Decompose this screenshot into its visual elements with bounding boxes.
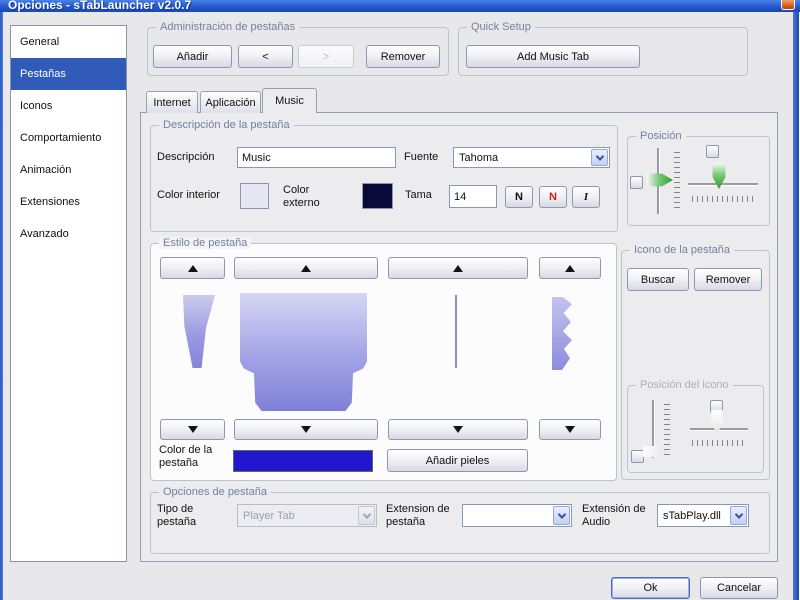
group-title: Posición del icono	[636, 379, 733, 391]
font-label: Fuente	[404, 151, 439, 163]
horizontal-slider-track[interactable]	[688, 183, 758, 185]
add-skins-button[interactable]: Añadir pieles	[387, 449, 528, 472]
arrow-down-icon	[565, 426, 575, 433]
bold-button[interactable]: N	[505, 186, 533, 208]
skin-down-button-4[interactable]	[539, 419, 601, 440]
sidebar-item-general[interactable]: General	[11, 26, 126, 58]
arrow-up-icon	[565, 264, 575, 272]
window-title: Opciones - sTabLauncher v2.0.7	[8, 0, 192, 12]
font-value: Tahoma	[459, 151, 499, 164]
tab-aplicacion[interactable]: Aplicación	[200, 91, 261, 113]
group-title: Administración de pestañas	[156, 21, 300, 33]
group-title: Opciones de pestaña	[159, 486, 271, 498]
icon-vertical-anchor-box	[631, 450, 644, 463]
position-vertical-anchor-box[interactable]	[630, 176, 643, 189]
move-tab-right-button: >	[298, 45, 354, 68]
horizontal-slider-ticks	[692, 196, 754, 202]
tab-type-value: Player Tab	[243, 509, 295, 522]
tab-type-label: Tipo de pestaña	[157, 503, 197, 528]
tab-extension-label: Extension de pestaña	[386, 503, 450, 528]
skin-down-button-1[interactable]	[160, 419, 225, 440]
arrow-down-icon	[187, 426, 198, 433]
tab-extension-combobox[interactable]	[462, 504, 572, 527]
add-tab-button[interactable]: Añadir	[153, 45, 232, 68]
size-label: Tama	[405, 189, 432, 201]
vertical-slider-ticks	[674, 152, 680, 210]
skin-up-button-3[interactable]	[388, 257, 528, 279]
ok-button[interactable]: Ok	[611, 577, 690, 599]
inner-color-label: Color interior	[157, 189, 220, 201]
move-tab-left-button[interactable]: <	[238, 45, 293, 68]
chevron-down-icon[interactable]	[553, 506, 570, 525]
sidebar-item-extensiones[interactable]: Extensiones	[11, 186, 126, 218]
description-input[interactable]	[237, 147, 396, 168]
icon-horizontal-slider-ticks	[692, 440, 746, 446]
skin-down-button-2[interactable]	[234, 419, 378, 440]
chevron-down-icon[interactable]	[730, 506, 747, 525]
group-title: Descripción de la pestaña	[159, 119, 294, 131]
outer-color-swatch[interactable]	[362, 183, 393, 209]
arrow-up-icon	[187, 264, 198, 272]
skin-down-button-3[interactable]	[388, 419, 528, 440]
tab-color-bar[interactable]	[233, 450, 373, 472]
tab-music[interactable]: Music	[262, 88, 317, 113]
group-title: Estilo de pestaña	[159, 237, 252, 249]
skin-up-button-1[interactable]	[160, 257, 225, 279]
audio-extension-label: Extensión de Audio	[582, 503, 646, 528]
position-horizontal-anchor-box[interactable]	[706, 145, 719, 158]
font-size-input[interactable]	[449, 185, 497, 208]
bold-red-button[interactable]: N	[539, 186, 567, 208]
font-combobox[interactable]: Tahoma	[453, 147, 610, 168]
sidebar-item-iconos[interactable]: Iconos	[11, 90, 126, 122]
sidebar-item-pestanas[interactable]: Pestañas	[11, 58, 126, 90]
add-music-tab-button[interactable]: Add Music Tab	[466, 45, 640, 68]
skin-up-button-2[interactable]	[234, 257, 378, 279]
inner-color-swatch[interactable]	[240, 183, 269, 209]
cancel-button[interactable]: Cancelar	[700, 577, 778, 599]
audio-extension-combobox[interactable]: sTabPlay.dll	[657, 504, 749, 527]
chevron-down-icon	[358, 506, 375, 525]
outer-color-label: Color externo	[283, 184, 320, 209]
category-list: General Pestañas Iconos Comportamiento A…	[10, 25, 127, 562]
description-label: Descripción	[157, 151, 215, 163]
arrow-down-icon	[301, 426, 311, 433]
icon-vertical-slider-ticks	[664, 404, 670, 456]
close-button[interactable]	[781, 0, 795, 10]
audio-extension-value: sTabPlay.dll	[663, 509, 721, 522]
sidebar-item-avanzado[interactable]: Avanzado	[11, 218, 126, 250]
sidebar-item-comportamiento[interactable]: Comportamiento	[11, 122, 126, 154]
title-bar[interactable]: Opciones - sTabLauncher v2.0.7	[0, 0, 800, 12]
browse-icon-button[interactable]: Buscar	[627, 268, 689, 291]
window-border-left	[0, 12, 3, 600]
group-title: Posición	[636, 130, 686, 142]
group-title: Quick Setup	[467, 21, 535, 33]
remove-tab-button[interactable]: Remover	[366, 45, 440, 68]
arrow-up-icon	[301, 264, 311, 272]
tab-color-label: Color de la pestaña	[159, 444, 213, 469]
group-tab-description: Descripción de la pestaña	[150, 119, 618, 232]
skin-preview-tab-body	[240, 293, 367, 411]
tab-type-combobox: Player Tab	[237, 504, 377, 527]
arrow-up-icon	[453, 264, 463, 272]
skin-up-button-4[interactable]	[539, 257, 601, 279]
remove-icon-button[interactable]: Remover	[694, 268, 762, 291]
skin-preview-separator	[455, 295, 457, 368]
chevron-down-icon[interactable]	[591, 149, 608, 166]
window-border-right	[793, 12, 799, 600]
sidebar-item-animacion[interactable]: Animación	[11, 154, 126, 186]
tab-internet[interactable]: Internet	[146, 91, 198, 113]
arrow-down-icon	[453, 426, 463, 433]
italic-button[interactable]: I	[572, 186, 600, 208]
group-title: Icono de la pestaña	[630, 244, 735, 256]
